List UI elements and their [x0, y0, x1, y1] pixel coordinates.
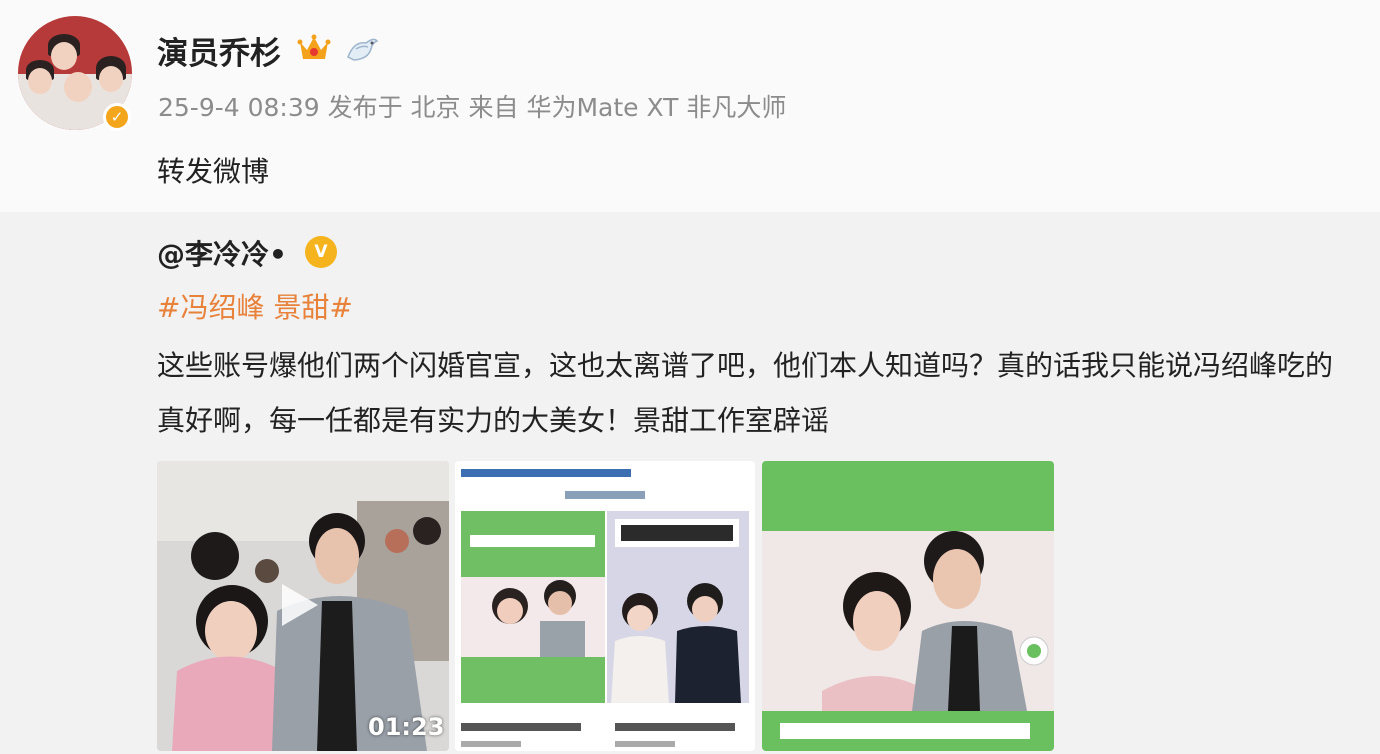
author-name[interactable]: 演员乔杉 [157, 28, 281, 73]
crown-badge-icon [297, 34, 331, 59]
post-text: 转发微博 [157, 155, 270, 188]
repost-user[interactable]: @李冷冷• [157, 233, 287, 273]
bird-badge-icon [347, 38, 379, 61]
play-icon[interactable] [274, 580, 324, 630]
original-post: ✓ 演员乔杉 25-9-4 08:39 发布于 北京 来自 华为Mate XT … [0, 0, 1380, 212]
verified-icon: ✓ [103, 103, 131, 131]
verified-badge-icon: V [305, 236, 337, 268]
image-3-illustration [762, 461, 1054, 751]
video-duration: 01:23 [368, 713, 445, 741]
image-thumbnail-3[interactable] [762, 461, 1054, 751]
image-2-illustration [455, 461, 755, 751]
repost-text: 这些账号爆他们两个闪婚官宣，这也太离谱了吧，他们本人知道吗？真的话我只能说冯绍峰… [157, 349, 1334, 437]
topic-link[interactable]: #冯绍峰 景甜# [157, 286, 353, 326]
image-thumbnail-2[interactable] [455, 461, 755, 751]
post-meta: 25-9-4 08:39 发布于 北京 来自 华为Mate XT 非凡大师 [158, 93, 787, 122]
